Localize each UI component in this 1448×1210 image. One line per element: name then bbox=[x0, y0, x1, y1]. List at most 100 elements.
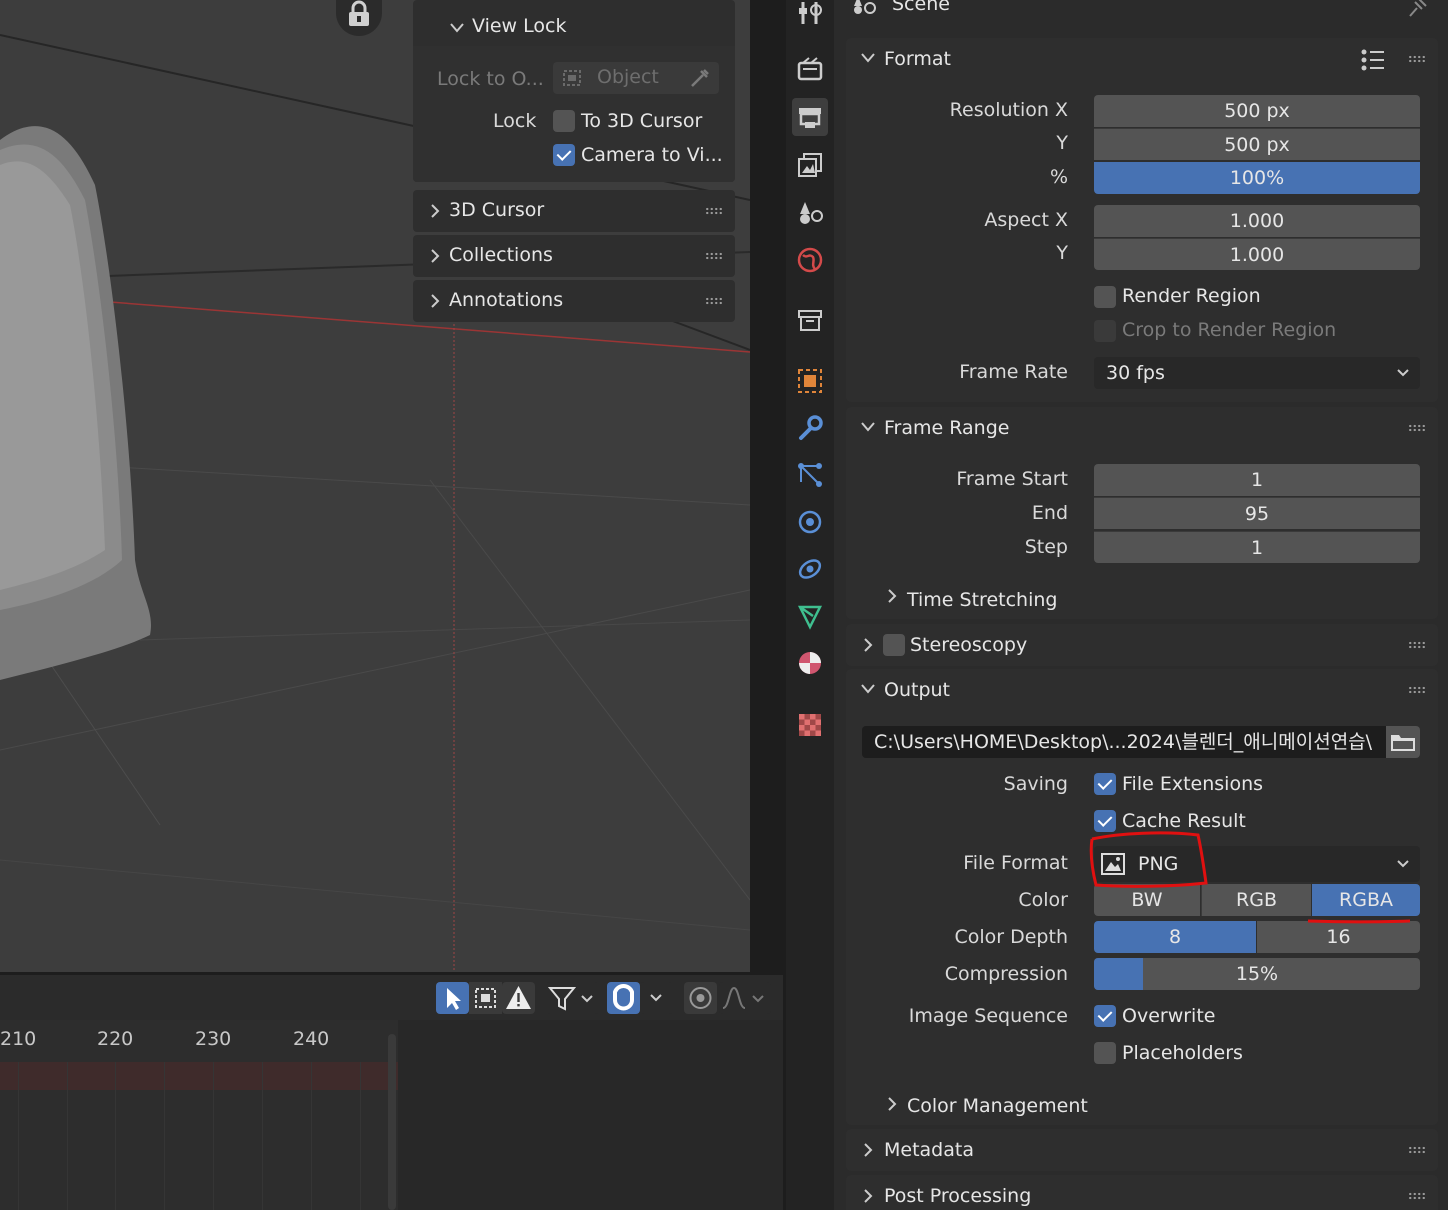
tab-scene[interactable] bbox=[792, 194, 828, 232]
time-stretching-subpanel[interactable]: Time Stretching bbox=[876, 579, 1416, 613]
view-lock-header[interactable]: View Lock bbox=[413, 8, 735, 46]
chevron-right-icon bbox=[431, 249, 440, 263]
color-label: Color bbox=[1018, 889, 1068, 911]
tab-render[interactable] bbox=[792, 50, 828, 88]
frame-rate-dropdown[interactable]: 30 fps bbox=[1094, 357, 1420, 389]
view-lock-toggle[interactable] bbox=[336, 0, 382, 36]
red-annotation-marks bbox=[1089, 831, 1411, 924]
select-tool-button[interactable] bbox=[436, 982, 469, 1014]
tab-constraints[interactable] bbox=[792, 550, 828, 588]
frame-label: 240 bbox=[293, 1028, 330, 1050]
snap-toggle-button[interactable] bbox=[607, 982, 640, 1014]
chevron-down-icon bbox=[861, 422, 875, 432]
box-select-button[interactable] bbox=[469, 982, 502, 1014]
compression-label: Compression bbox=[944, 963, 1068, 985]
collection-box-icon bbox=[798, 310, 822, 331]
tab-tool[interactable] bbox=[792, 0, 828, 32]
render-region-checkbox[interactable] bbox=[1094, 286, 1116, 308]
tab-particles[interactable] bbox=[792, 456, 828, 494]
tab-texture[interactable] bbox=[792, 706, 828, 744]
frame-start-field[interactable]: 1 bbox=[1094, 464, 1420, 496]
mesh-data-icon bbox=[797, 605, 823, 630]
tab-output[interactable] bbox=[792, 98, 828, 136]
eyedropper-icon[interactable] bbox=[689, 67, 711, 89]
overwrite-checkbox[interactable] bbox=[1094, 1005, 1116, 1027]
resolution-y-field[interactable]: 500 px bbox=[1094, 128, 1420, 160]
stereoscopy-header[interactable]: Stereoscopy bbox=[846, 624, 1438, 666]
camera-to-view-checkbox[interactable] bbox=[553, 144, 575, 166]
3d-viewport[interactable]: View Lock Lock to O... Object Lock To 3D… bbox=[0, 0, 750, 972]
output-title: Output bbox=[884, 679, 950, 701]
drag-handle-icon[interactable] bbox=[705, 297, 723, 305]
compression-slider[interactable]: 15% bbox=[1094, 958, 1420, 990]
drag-handle-icon[interactable] bbox=[1408, 686, 1426, 694]
presets-list-icon[interactable] bbox=[1360, 48, 1388, 72]
lock-icon bbox=[349, 0, 369, 26]
format-header[interactable]: Format bbox=[846, 38, 1438, 80]
file-extensions-checkbox[interactable] bbox=[1094, 773, 1116, 795]
drag-handle-icon[interactable] bbox=[705, 207, 723, 215]
timeline-area[interactable]: 210 220 230 240 bbox=[0, 1020, 783, 1210]
aspect-y-field[interactable]: 1.000 bbox=[1094, 238, 1420, 270]
drag-handle-icon[interactable] bbox=[705, 252, 723, 260]
tab-material[interactable] bbox=[792, 644, 828, 682]
color-management-subpanel[interactable]: Color Management bbox=[876, 1087, 1416, 1121]
frame-start-label: Frame Start bbox=[956, 468, 1068, 490]
tab-modifiers[interactable] bbox=[792, 409, 828, 447]
output-path-field[interactable]: C:\Users\HOME\Desktop\...2024\블렌더_애니메이션연… bbox=[862, 726, 1386, 758]
frame-end-field[interactable]: 95 bbox=[1094, 497, 1420, 529]
warning-filter-button[interactable] bbox=[502, 982, 535, 1014]
saving-label: Saving bbox=[1003, 773, 1068, 795]
lock-to-object-field[interactable]: Object bbox=[553, 62, 719, 94]
output-header[interactable]: Output bbox=[846, 669, 1438, 711]
post-processing-header[interactable]: Post Processing bbox=[846, 1175, 1438, 1210]
tab-collection[interactable] bbox=[792, 301, 828, 339]
drag-handle-icon[interactable] bbox=[1408, 55, 1426, 63]
snap-options-dropdown[interactable] bbox=[640, 982, 673, 1014]
panel-annotations-title: Annotations bbox=[449, 289, 564, 311]
resolution-x-field[interactable]: 500 px bbox=[1094, 95, 1420, 127]
frame-step-label: Step bbox=[1024, 536, 1068, 558]
stereoscopy-checkbox[interactable] bbox=[883, 634, 905, 656]
panel-annotations[interactable]: Annotations bbox=[413, 280, 735, 322]
physics-icon bbox=[798, 510, 822, 534]
drag-handle-icon[interactable] bbox=[1408, 641, 1426, 649]
browse-folder-button[interactable] bbox=[1386, 726, 1420, 758]
proportional-editing-button[interactable] bbox=[684, 982, 717, 1014]
tab-world[interactable] bbox=[792, 241, 828, 279]
lock-to-object-placeholder: Object bbox=[597, 66, 659, 88]
panel-collections[interactable]: Collections bbox=[413, 235, 735, 277]
drag-handle-icon[interactable] bbox=[1408, 1146, 1426, 1154]
chevron-right-icon bbox=[888, 1097, 897, 1111]
placeholders-checkbox[interactable] bbox=[1094, 1042, 1116, 1064]
chevron-right-icon bbox=[888, 589, 897, 603]
falloff-dropdown[interactable] bbox=[719, 982, 771, 1014]
aspect-x-field[interactable]: 1.000 bbox=[1094, 205, 1420, 237]
render-icon bbox=[797, 57, 823, 81]
to-3d-cursor-checkbox[interactable] bbox=[553, 110, 575, 132]
crop-to-render-region-checkbox[interactable] bbox=[1094, 320, 1116, 342]
object-icon bbox=[563, 70, 581, 86]
frame-range-header[interactable]: Frame Range bbox=[846, 407, 1438, 449]
tab-data[interactable] bbox=[792, 597, 828, 635]
metadata-header[interactable]: Metadata bbox=[846, 1129, 1438, 1171]
aspect-y-label: Y bbox=[1056, 242, 1068, 264]
metadata-title: Metadata bbox=[884, 1139, 974, 1161]
drag-handle-icon[interactable] bbox=[1408, 1192, 1426, 1200]
view-lock-title: View Lock bbox=[472, 15, 567, 37]
particles-icon bbox=[798, 463, 822, 487]
magnet-icon bbox=[613, 984, 634, 1011]
tab-physics[interactable] bbox=[792, 503, 828, 541]
drag-handle-icon[interactable] bbox=[1408, 424, 1426, 432]
panel-3d-cursor[interactable]: 3D Cursor bbox=[413, 190, 735, 232]
resolution-percent-slider[interactable]: 100% bbox=[1094, 162, 1420, 194]
warning-icon bbox=[506, 986, 531, 1009]
file-extensions-label: File Extensions bbox=[1122, 773, 1264, 795]
tab-object[interactable] bbox=[792, 362, 828, 400]
pin-icon[interactable] bbox=[1406, 0, 1430, 18]
proportional-edit-icon bbox=[689, 987, 712, 1009]
timeline-scrollbar[interactable] bbox=[388, 1034, 396, 1210]
filter-dropdown[interactable] bbox=[546, 982, 599, 1014]
frame-step-field[interactable]: 1 bbox=[1094, 531, 1420, 563]
tab-view-layer[interactable] bbox=[792, 146, 828, 184]
